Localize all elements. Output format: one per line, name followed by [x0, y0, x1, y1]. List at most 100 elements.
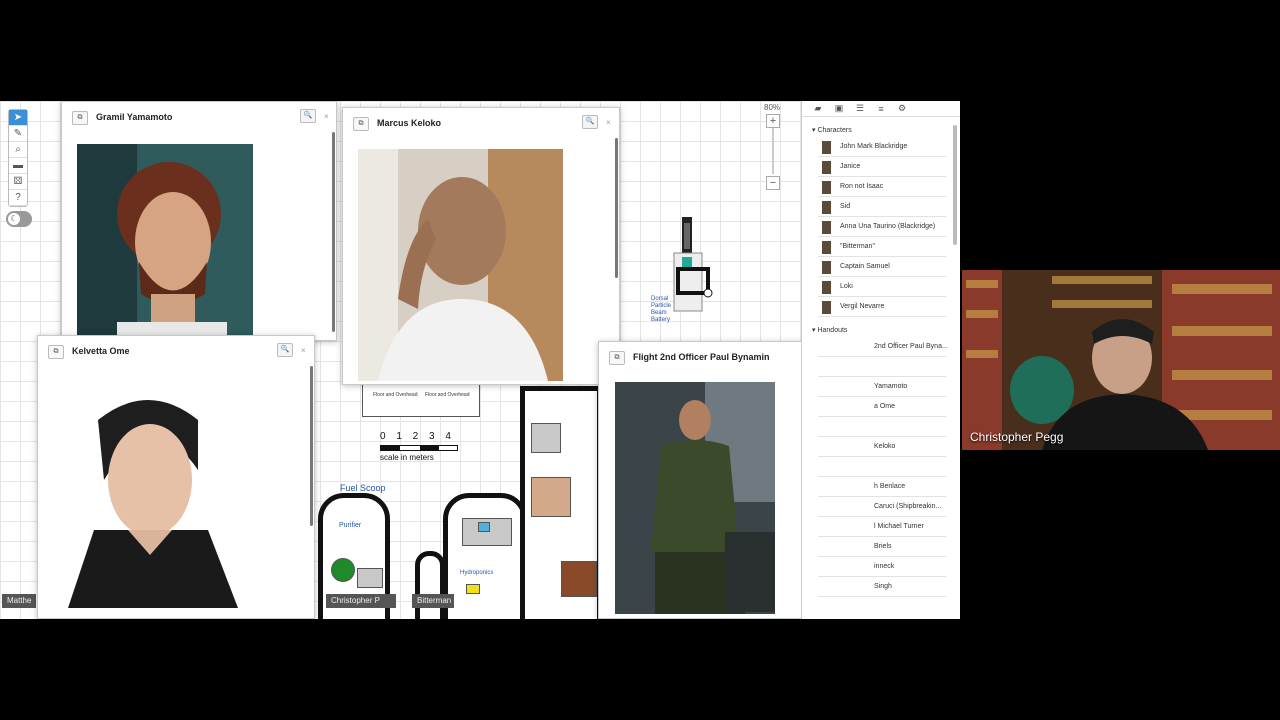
purifier-label: Purifier: [339, 522, 362, 529]
chat-icon[interactable]: ▰: [811, 103, 825, 114]
character-name: John Mark Blackridge: [840, 143, 908, 150]
popout-button[interactable]: ⧉: [609, 351, 625, 365]
window-scrollbar[interactable]: [615, 138, 618, 278]
character-avatar: [822, 241, 831, 254]
window-scrollbar[interactable]: [332, 132, 335, 332]
sidebar-item-handout[interactable]: Keloko: [818, 437, 946, 457]
zoom-magnifier-icon[interactable]: ⌕: [9, 142, 27, 158]
help-icon[interactable]: ?: [9, 190, 27, 206]
close-button[interactable]: ×: [606, 118, 611, 127]
handout-window-gramil: ⧉ Gramil Yamamoto 🔍 ×: [61, 101, 337, 341]
sidebar-item-character[interactable]: Anna Una Taurino (Blackridge): [818, 217, 946, 237]
zoom-percent: 80%: [764, 103, 781, 112]
scale-bar: [380, 445, 458, 451]
popout-button[interactable]: ⧉: [353, 117, 369, 131]
gear-icon[interactable]: ⚙: [895, 103, 909, 114]
portrait-marcus: [358, 149, 563, 381]
select-arrow-icon[interactable]: ➤: [9, 110, 27, 126]
portrait-gramil: [77, 144, 253, 339]
popout-button[interactable]: ⧉: [72, 111, 88, 125]
sidebar-item-character[interactable]: Sid: [818, 197, 946, 217]
list-icon[interactable]: ≡: [874, 104, 888, 114]
sidebar-item-character[interactable]: Ron not Isaac: [818, 177, 946, 197]
sidebar-item-character[interactable]: John Mark Blackridge: [818, 137, 946, 157]
handout-name: Keloko: [874, 443, 896, 450]
sidebar-item-character[interactable]: Loki: [818, 277, 946, 297]
character-avatar: [822, 221, 831, 234]
ruler-icon[interactable]: ▬: [9, 158, 27, 174]
handout-name: inneck: [874, 563, 895, 570]
hydroponics-label: Hydroponics: [460, 570, 494, 576]
sidebar-item-character[interactable]: Captain Samuel: [818, 257, 946, 277]
art-icon[interactable]: ▣: [832, 103, 846, 114]
sidebar-item-handout[interactable]: a Ome: [818, 397, 946, 417]
deck-quarters: [520, 386, 602, 619]
tank-room: [331, 558, 355, 582]
handout-name: h Benlace: [874, 483, 906, 490]
character-name: "Bitterman": [840, 243, 875, 250]
deck-corridor: [415, 551, 445, 619]
token-tag-2[interactable]: Christopher P: [326, 594, 396, 608]
portrait-kelvetta: [58, 380, 238, 608]
sidebar-item-handout[interactable]: Caruci (Shipbreakin...: [818, 497, 946, 517]
handout-name: l Michael Turner: [874, 523, 924, 530]
sidebar-item-handout[interactable]: [818, 417, 946, 437]
sidebar-item-handout[interactable]: [818, 357, 946, 377]
virtual-tabletop: ➤ ✎ ⌕ ▬ ⚄ ? ☾ 80% + − Dorsal Particle Be…: [0, 101, 960, 619]
character-avatar: [822, 141, 831, 154]
sidebar-item-character[interactable]: "Bitterman": [818, 237, 946, 257]
tool-palette: ➤ ✎ ⌕ ▬ ⚄ ?: [8, 109, 28, 207]
zoom-image-button[interactable]: 🔍: [277, 343, 293, 357]
galley-room: [531, 477, 571, 517]
zoom-out-button[interactable]: −: [766, 176, 780, 190]
handout-window-marcus: ⧉ Marcus Keloko 🔍 ×: [342, 107, 620, 385]
character-avatar: [822, 261, 831, 274]
close-button[interactable]: ×: [301, 346, 306, 355]
deck-hydroponics: Hydroponics: [443, 493, 527, 619]
token-tag-3[interactable]: Bitterman: [412, 594, 454, 608]
sidebar-item-handout[interactable]: Singh: [818, 577, 946, 597]
sidebar-tabs: ▰ ▣ ☰ ≡ ⚙: [802, 101, 960, 117]
dice-icon[interactable]: ⚄: [9, 174, 27, 190]
webcam-participant-name: Christopher Pegg: [970, 430, 1064, 444]
webcam-video: [962, 270, 1280, 450]
zoom-image-button[interactable]: 🔍: [582, 115, 598, 129]
characters-header[interactable]: ▾ Characters: [802, 117, 960, 137]
popout-button[interactable]: ⧉: [48, 345, 64, 359]
dark-mode-toggle[interactable]: ☾: [6, 211, 32, 227]
character-avatar: [822, 281, 831, 294]
sidebar-item-handout[interactable]: [818, 457, 946, 477]
sidebar-item-handout[interactable]: h Benlace: [818, 477, 946, 497]
zoom-in-button[interactable]: +: [766, 114, 780, 128]
window-scrollbar[interactable]: [310, 366, 313, 526]
character-name: Loki: [840, 283, 853, 290]
journal-icon[interactable]: ☰: [853, 103, 867, 114]
sidebar-item-handout[interactable]: l Michael Turner: [818, 517, 946, 537]
map-label-battery: Dorsal Particle Beam Battery: [651, 296, 672, 323]
handout-name: Caruci (Shipbreakin...: [874, 503, 942, 510]
character-avatar: [822, 161, 831, 174]
handout-name: 2nd Officer Paul Byna...: [874, 343, 948, 350]
zoom-image-button[interactable]: 🔍: [300, 109, 316, 123]
window-header: ⧉ Gramil Yamamoto 🔍 ×: [62, 102, 336, 132]
sidebar-item-character[interactable]: Janice: [818, 157, 946, 177]
zoom-slider[interactable]: [772, 128, 774, 174]
sidebar-item-handout[interactable]: 2nd Officer Paul Byna...: [818, 337, 948, 357]
sidebar-scrollbar[interactable]: [953, 125, 957, 245]
machinery-room: [357, 568, 383, 588]
webcam-feed: Christopher Pegg: [962, 270, 1280, 450]
handout-name: a Ome: [874, 403, 896, 410]
draw-pencil-icon[interactable]: ✎: [9, 126, 27, 142]
window-title: Kelvetta Ome: [72, 346, 130, 356]
close-button[interactable]: ×: [324, 112, 329, 121]
legend-item-a: Floor and Overhead: [373, 392, 418, 398]
sidebar-item-handout[interactable]: inneck: [818, 557, 946, 577]
handouts-header[interactable]: ▾ Handouts: [802, 317, 960, 337]
token-tag-1[interactable]: Matthe: [2, 594, 37, 608]
handout-name: Briels: [874, 543, 892, 550]
quarters-room-a: [531, 423, 561, 453]
sidebar-item-character[interactable]: Vergil Nevarre: [818, 297, 946, 317]
portrait-paul: [615, 382, 775, 614]
sidebar-item-handout[interactable]: Briels: [818, 537, 946, 557]
sidebar-item-handout[interactable]: Yamamoto: [818, 377, 946, 397]
